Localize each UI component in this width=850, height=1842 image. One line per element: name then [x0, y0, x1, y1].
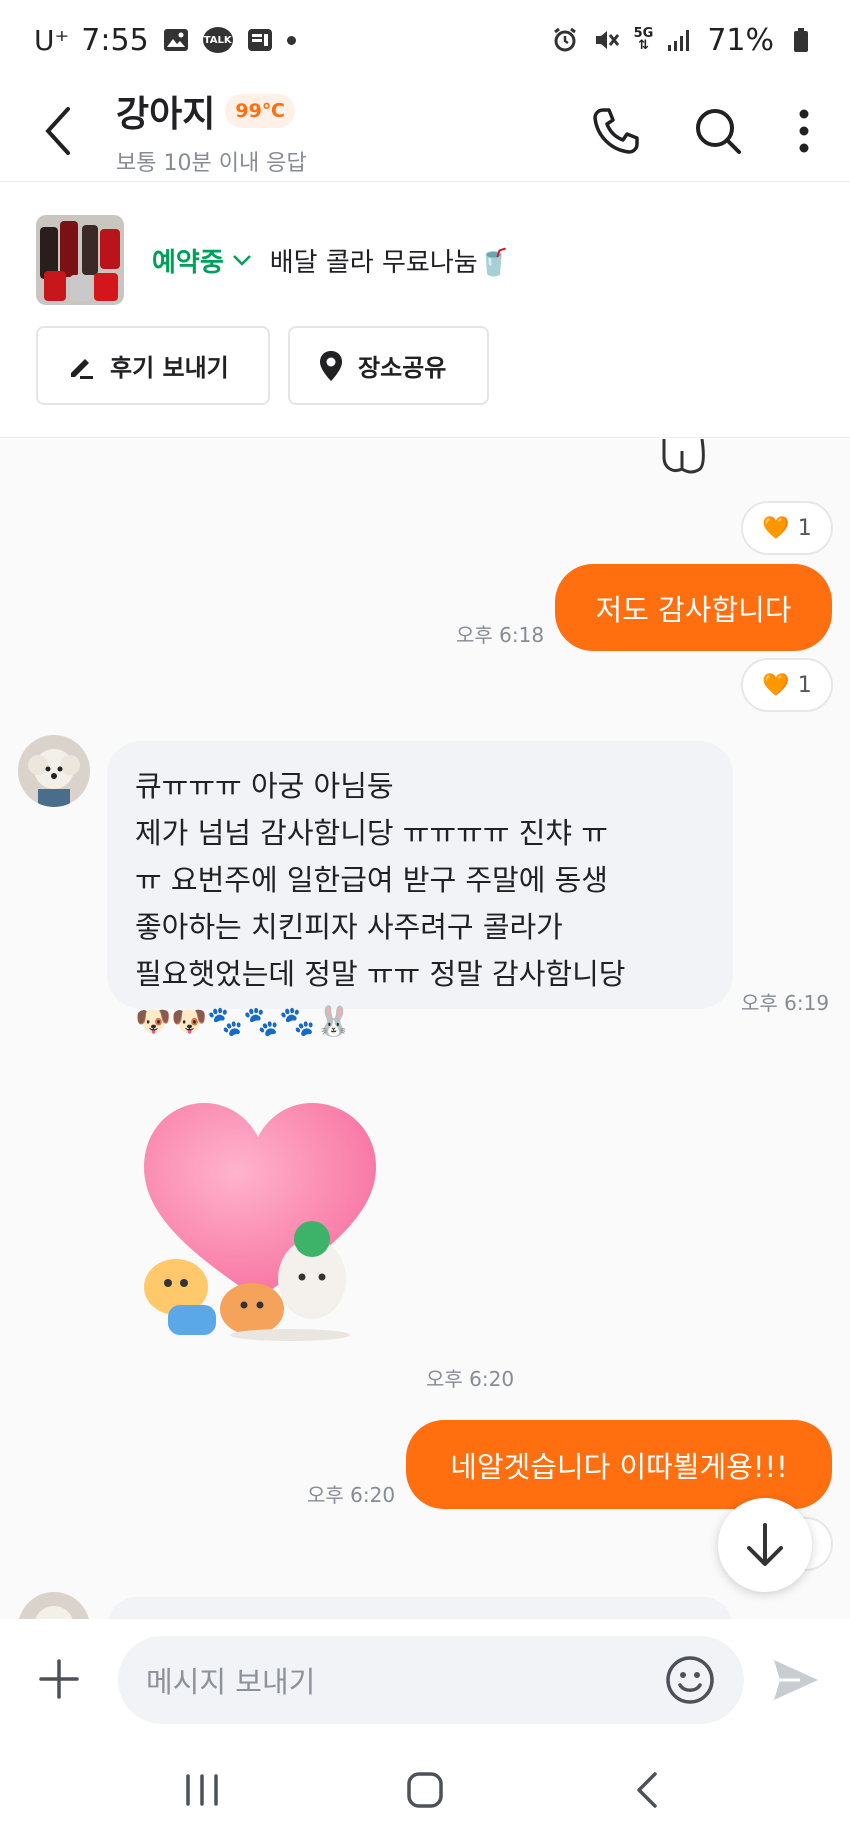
system-navigation-bar [0, 1738, 850, 1842]
message-line: 제가 넘넘 감사함니당 ㅠㅠㅠㅠ 진챠 ㅠ [135, 816, 608, 850]
home-button[interactable] [385, 1760, 465, 1820]
reaction-count: 1 [797, 672, 812, 698]
chevron-down-icon [232, 255, 251, 266]
attach-button[interactable] [0, 1620, 118, 1738]
heart-reaction-icon: 🧡 [762, 672, 790, 698]
arrow-down-icon [747, 1523, 783, 1566]
status-left: U⁺ 7:55 TALK [34, 23, 296, 58]
more-options-button[interactable] [794, 105, 814, 157]
recent-apps-icon [185, 1774, 218, 1806]
avatar[interactable] [18, 1592, 90, 1619]
pencil-icon [71, 358, 93, 379]
search-button[interactable] [692, 105, 744, 157]
reaction-chip[interactable]: 🧡 1 [741, 501, 833, 555]
product-thumbnail[interactable] [36, 215, 124, 305]
carrier-label: U⁺ [34, 23, 70, 57]
system-back-button[interactable] [608, 1760, 688, 1820]
reservation-status-dropdown[interactable]: 예약중 [152, 242, 252, 279]
message-line: 큐ㅠㅠㅠ 아궁 아님둥 [135, 769, 394, 803]
status-right: 5G ⇅ 71% [550, 23, 816, 58]
send-button[interactable] [770, 1654, 822, 1706]
reaction-count: 1 [797, 515, 812, 541]
phone-icon [593, 107, 639, 154]
sticker-partial [660, 439, 740, 475]
message-input-placeholder: 메시지 보내기 [146, 1665, 316, 1699]
back-button[interactable] [0, 80, 116, 182]
response-time-subtitle: 보통 10분 이내 응답 [116, 150, 307, 176]
message-time: 오후 6:18 [456, 623, 545, 647]
status-bar: U⁺ 7:55 TALK 5G ⇅ 71% [0, 0, 850, 80]
call-button[interactable] [590, 105, 642, 157]
message-line: 🐶🐶🐾🐾🐾🐰 [135, 1004, 352, 1038]
message-time: 오후 6:20 [426, 1367, 515, 1391]
send-icon [774, 1660, 818, 1700]
scroll-to-bottom-button[interactable] [718, 1498, 812, 1592]
home-icon [407, 1772, 443, 1808]
message-text: 저도 감사합니다 [595, 592, 792, 627]
talk-icon: TALK [202, 27, 233, 53]
message-line: 좋아하는 치킨피자 사주려구 콜라가 [135, 910, 563, 944]
heart-sticker[interactable] [140, 1099, 390, 1349]
product-row[interactable]: 예약중 배달 콜라 무료나눔🥤 [36, 215, 510, 305]
message-time: 오후 6:20 [307, 1483, 396, 1507]
message-input[interactable]: 메시지 보내기 [118, 1636, 744, 1724]
back-arrow-icon [45, 106, 70, 155]
share-place-label: 장소공유 [358, 354, 447, 382]
message-line: 필요햇었는데 정말 ㅠㅠ 정말 감사함니당 [135, 957, 626, 991]
chat-message-list[interactable]: 🧡 1 오후 6:18 저도 감사합니다 🧡 1 큐ㅠㅠㅠ 아궁 아님둥 제가 … [0, 439, 850, 1619]
nav-back-icon [637, 1772, 658, 1808]
heart-reaction-icon: 🧡 [762, 515, 790, 541]
action-row: 후기 보내기 장소공유 [36, 326, 489, 405]
outgoing-message-bubble[interactable]: 저도 감사합니다 [555, 564, 832, 651]
send-review-label: 후기 보내기 [110, 354, 229, 382]
news-icon [245, 25, 275, 55]
manner-temperature-badge: 99℃ [225, 93, 295, 128]
network-type: 5G ⇅ [633, 26, 654, 53]
battery-percent: 71% [707, 22, 774, 58]
battery-icon [786, 25, 816, 55]
recent-apps-button[interactable] [162, 1760, 242, 1820]
header-actions [590, 105, 850, 157]
product-title[interactable]: 배달 콜라 무료나눔🥤 [270, 242, 510, 279]
mute-icon [592, 25, 622, 55]
plus-icon [39, 1659, 79, 1699]
avatar[interactable] [18, 735, 90, 807]
emoji-button[interactable] [662, 1652, 718, 1708]
location-pin-icon [320, 350, 342, 381]
partner-name[interactable]: 강아지 [116, 85, 215, 137]
chat-header: 강아지 99℃ 보통 10분 이내 응답 [0, 80, 850, 182]
outgoing-message-bubble[interactable]: 네알겟습니다 이따뵐게용!!! [406, 1420, 832, 1509]
alarm-icon [550, 25, 580, 55]
title-block: 강아지 99℃ 보통 10분 이내 응답 [116, 85, 590, 177]
send-review-button[interactable]: 후기 보내기 [36, 326, 270, 405]
reservation-status-label: 예약중 [152, 247, 224, 278]
signal-icon [665, 25, 695, 55]
share-place-button[interactable]: 장소공유 [288, 326, 489, 405]
smiley-icon [666, 1656, 714, 1704]
reaction-chip[interactable]: 🧡 1 [741, 658, 833, 712]
message-text: 네알겟습니다 이따뵐게용!!! [450, 1449, 788, 1484]
incoming-message-bubble-partial[interactable] [107, 1597, 733, 1619]
message-time: 오후 6:19 [741, 991, 830, 1015]
notification-dot [286, 35, 296, 45]
clock: 7:55 [81, 22, 149, 58]
search-icon [696, 108, 741, 154]
more-vertical-icon [799, 109, 809, 152]
incoming-message-bubble[interactable]: 큐ㅠㅠㅠ 아궁 아님둥 제가 넘넘 감사함니당 ㅠㅠㅠㅠ 진챠 ㅠ ㅠ 요번주에… [107, 741, 733, 1038]
gallery-icon [161, 25, 191, 55]
title-row: 강아지 99℃ [116, 85, 590, 137]
message-input-bar: 메시지 보내기 [0, 1620, 850, 1738]
message-line: ㅠ 요번주에 일한급여 받구 주말에 동생 [135, 863, 608, 897]
product-bar: 예약중 배달 콜라 무료나눔🥤 후기 보내기 장소공유 [0, 183, 850, 438]
